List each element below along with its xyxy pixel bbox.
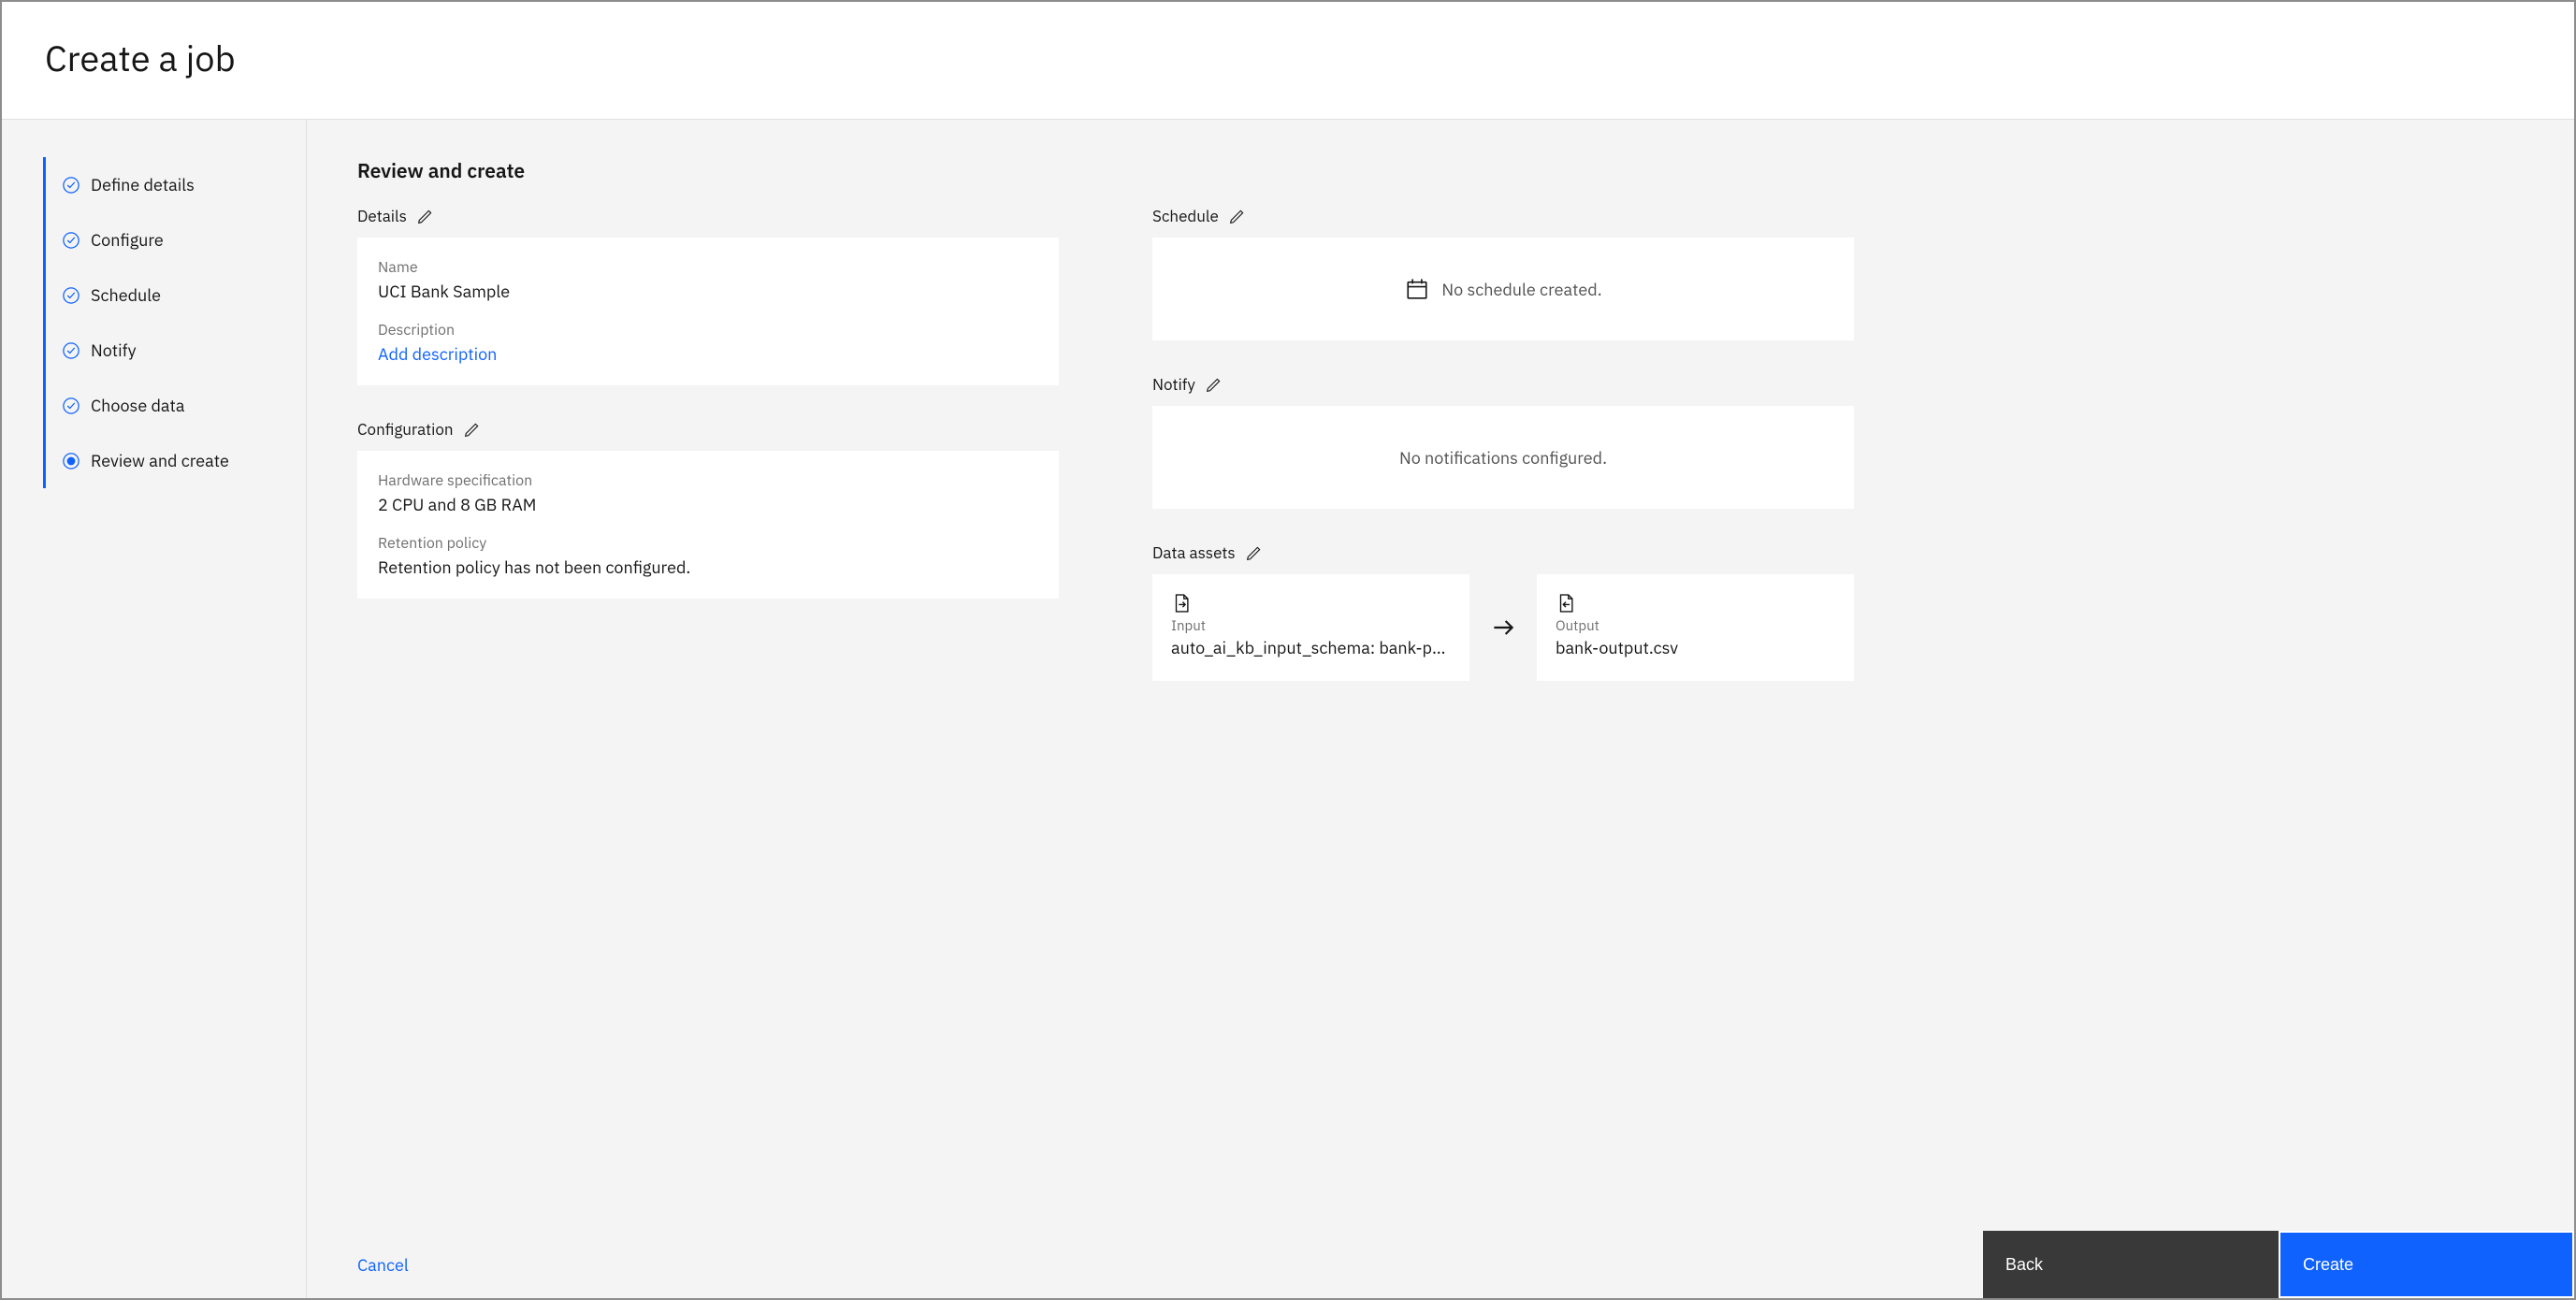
step-define-details[interactable]: Define details	[61, 157, 276, 212]
step-label: Review and create	[91, 450, 229, 471]
details-card: Name UCI Bank Sample Description Add des…	[357, 238, 1059, 385]
modal-header: Create a job	[2, 2, 2574, 120]
retention-value: Retention policy has not been configured…	[378, 556, 1038, 578]
edit-configuration-button[interactable]	[463, 420, 482, 439]
edit-data-assets-button[interactable]	[1245, 543, 1264, 562]
arrow-right-icon	[1469, 574, 1537, 681]
right-column: Schedule	[1152, 206, 1854, 715]
hardware-label: Hardware specification	[378, 471, 1038, 490]
retention-label: Retention policy	[378, 534, 1038, 553]
details-title: Details	[357, 206, 407, 226]
schedule-empty-text: No schedule created.	[1441, 279, 1601, 300]
step-label: Notify	[91, 339, 137, 361]
step-label: Choose data	[91, 395, 184, 416]
back-button[interactable]: Back	[1983, 1231, 2279, 1298]
input-label: Input	[1171, 617, 1451, 635]
footer-spacer	[459, 1231, 1983, 1298]
content-area: Review and create Details	[307, 120, 2574, 1231]
name-label: Name	[378, 258, 1038, 277]
step-configure[interactable]: Configure	[61, 212, 276, 267]
wizard-sidebar: Define details Configure	[2, 120, 307, 1298]
edit-notify-button[interactable]	[1205, 375, 1223, 394]
data-assets-section: Data assets	[1152, 542, 1854, 681]
checkmark-circle-icon	[61, 396, 81, 416]
step-label: Configure	[91, 229, 164, 251]
data-assets-title: Data assets	[1152, 542, 1236, 563]
add-description-link[interactable]: Add description	[378, 343, 1038, 365]
schedule-section: Schedule	[1152, 206, 1854, 340]
checkmark-circle-icon	[61, 340, 81, 361]
configuration-title: Configuration	[357, 419, 454, 440]
radio-current-icon	[61, 451, 81, 471]
description-label: Description	[378, 321, 1038, 339]
modal-window: Create a job Define details	[0, 0, 2576, 1300]
modal-title: Create a job	[45, 36, 2531, 81]
step-label: Define details	[91, 174, 195, 195]
checkmark-circle-icon	[61, 175, 81, 195]
page-heading: Review and create	[357, 157, 2524, 183]
output-value: bank-output.csv	[1556, 637, 1835, 658]
configuration-section: Configuration Hardware specification	[357, 419, 1059, 599]
step-review-and-create[interactable]: Review and create	[61, 433, 276, 488]
schedule-title: Schedule	[1152, 206, 1219, 226]
notify-title: Notify	[1152, 374, 1195, 395]
edit-details-button[interactable]	[416, 207, 435, 225]
schedule-card: No schedule created.	[1152, 238, 1854, 340]
input-asset-card: Input auto_ai_kb_input_schema: bank-pa..…	[1152, 574, 1469, 681]
notify-section: Notify No notifications configured.	[1152, 374, 1854, 509]
name-value: UCI Bank Sample	[378, 281, 1038, 302]
input-value: auto_ai_kb_input_schema: bank-pa...	[1171, 637, 1451, 658]
checkmark-circle-icon	[61, 285, 81, 306]
document-import-icon	[1171, 593, 1192, 614]
document-export-icon	[1556, 593, 1576, 614]
notify-empty-text: No notifications configured.	[1399, 447, 1607, 469]
data-assets-row: Input auto_ai_kb_input_schema: bank-pa..…	[1152, 574, 1854, 681]
calendar-icon	[1404, 276, 1430, 302]
footer-actions: Cancel Back Create	[307, 1231, 2574, 1298]
output-label: Output	[1556, 617, 1835, 635]
checkmark-circle-icon	[61, 230, 81, 251]
hardware-value: 2 CPU and 8 GB RAM	[378, 494, 1038, 515]
configuration-card: Hardware specification 2 CPU and 8 GB RA…	[357, 451, 1059, 599]
edit-schedule-button[interactable]	[1228, 207, 1247, 225]
review-columns: Details Name	[357, 206, 2524, 715]
modal-body: Define details Configure	[2, 120, 2574, 1298]
left-column: Details Name	[357, 206, 1059, 715]
main-panel: Review and create Details	[307, 120, 2574, 1298]
step-notify[interactable]: Notify	[61, 323, 276, 378]
create-button[interactable]: Create	[2279, 1231, 2574, 1298]
details-section: Details Name	[357, 206, 1059, 385]
step-list: Define details Configure	[43, 157, 276, 488]
cancel-button[interactable]: Cancel	[307, 1231, 459, 1298]
step-choose-data[interactable]: Choose data	[61, 378, 276, 433]
output-asset-card: Output bank-output.csv	[1537, 574, 1854, 681]
step-schedule[interactable]: Schedule	[61, 267, 276, 323]
notify-card: No notifications configured.	[1152, 406, 1854, 509]
step-label: Schedule	[91, 284, 161, 306]
